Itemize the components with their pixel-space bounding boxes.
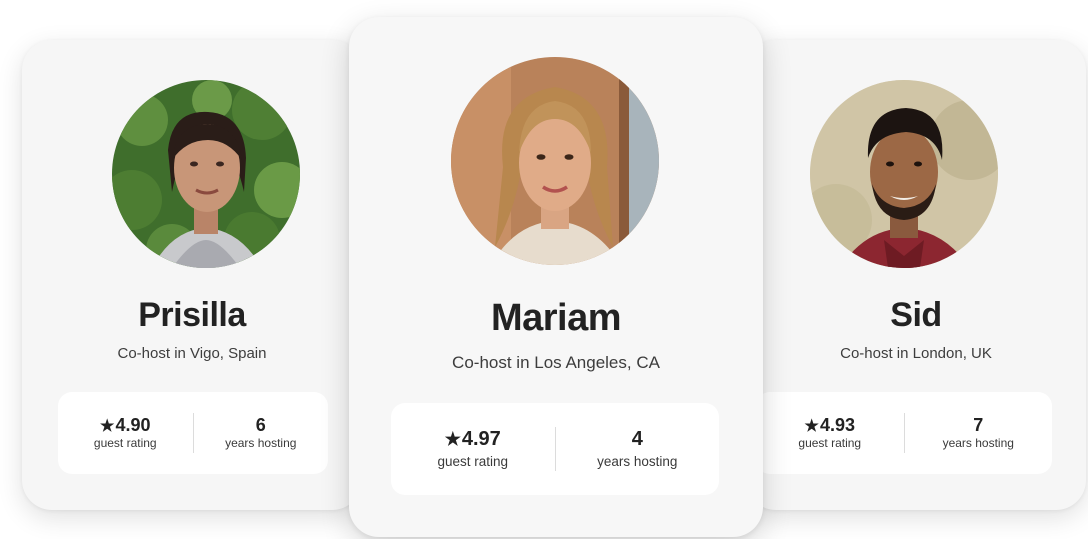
host-avatar bbox=[112, 80, 300, 268]
host-avatar bbox=[810, 80, 998, 268]
host-location: Co-host in Los Angeles, CA bbox=[452, 353, 660, 372]
host-name: Mariam bbox=[490, 297, 622, 339]
rating-value: ★4.93 bbox=[804, 414, 856, 435]
star-icon: ★ bbox=[804, 416, 819, 435]
years-label: years hosting bbox=[942, 436, 1014, 451]
host-stats: ★4.93 guest rating 7 years hosting bbox=[756, 392, 1052, 474]
rating-label: guest rating bbox=[437, 454, 509, 470]
years-label: years hosting bbox=[597, 454, 678, 470]
guest-rating-stat: ★4.97 guest rating bbox=[391, 428, 555, 470]
host-card-mariam[interactable]: Mariam Co-host in Los Angeles, CA ★4.97 … bbox=[349, 17, 763, 537]
host-stats: ★4.90 guest rating 6 years hosting bbox=[58, 392, 328, 474]
years-hosting-stat: 7 years hosting bbox=[905, 415, 1053, 451]
host-location: Co-host in London, UK bbox=[840, 345, 992, 362]
years-hosting-stat: 6 years hosting bbox=[194, 415, 329, 451]
host-name: Sid bbox=[890, 296, 942, 334]
host-location: Co-host in Vigo, Spain bbox=[117, 345, 267, 362]
rating-value: ★4.90 bbox=[99, 414, 151, 435]
years-label: years hosting bbox=[225, 436, 297, 451]
host-avatar bbox=[451, 57, 659, 265]
years-hosting-stat: 4 years hosting bbox=[556, 428, 720, 470]
host-name: Prisilla bbox=[138, 296, 246, 334]
host-card-sid[interactable]: Sid Co-host in London, UK ★4.93 guest ra… bbox=[746, 40, 1086, 510]
years-value: 6 bbox=[255, 414, 266, 435]
years-value: 7 bbox=[973, 414, 984, 435]
guest-rating-stat: ★4.90 guest rating bbox=[58, 415, 193, 451]
rating-label: guest rating bbox=[798, 436, 862, 451]
star-icon: ★ bbox=[99, 416, 115, 435]
years-value: 4 bbox=[631, 428, 643, 451]
host-stats: ★4.97 guest rating 4 years hosting bbox=[391, 403, 719, 495]
rating-label: guest rating bbox=[93, 436, 157, 451]
host-card-prisilla[interactable]: Prisilla Co-host in Vigo, Spain ★4.90 gu… bbox=[22, 40, 362, 510]
guest-rating-stat: ★4.93 guest rating bbox=[756, 415, 904, 451]
star-icon: ★ bbox=[444, 429, 461, 450]
rating-value: ★4.97 bbox=[444, 428, 501, 451]
cohost-showcase: Prisilla Co-host in Vigo, Spain ★4.90 gu… bbox=[0, 0, 1088, 539]
